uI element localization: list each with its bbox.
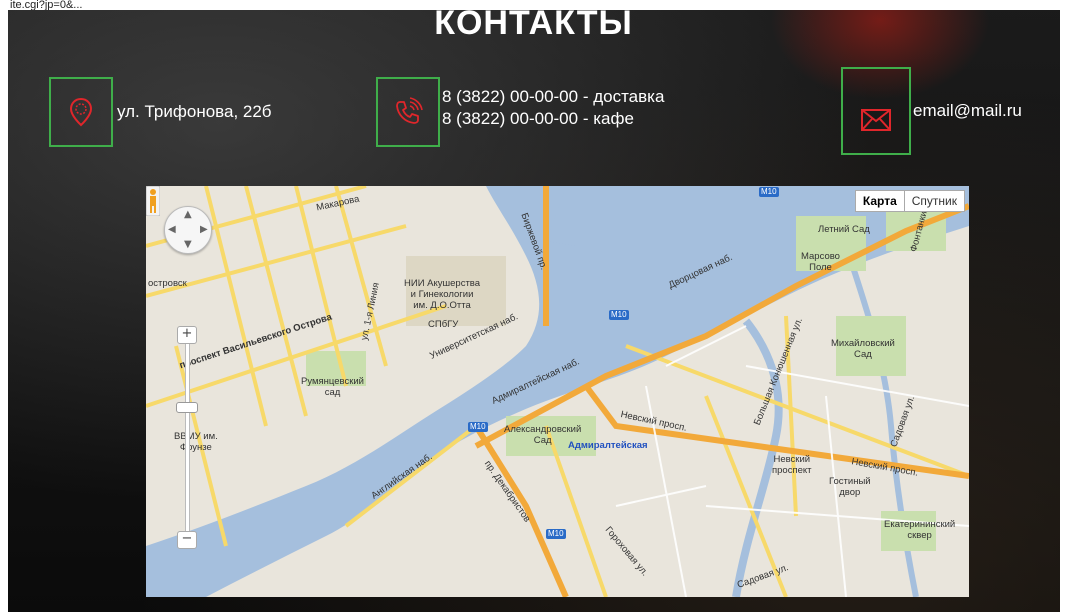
pan-up-icon[interactable]: ▲ bbox=[184, 209, 192, 220]
road-tag-m10: M10 bbox=[546, 529, 566, 539]
phone-icon bbox=[396, 97, 423, 124]
park-label: Михайловский Сад bbox=[831, 338, 895, 360]
address-contact: ул. Трифонова, 22б bbox=[49, 77, 272, 147]
zoom-in-button[interactable]: + bbox=[177, 326, 197, 344]
park-label: Румянцевский сад bbox=[301, 376, 364, 398]
map-widget[interactable]: M10 M10 M10 M10 Макарова НИИ Акушерства … bbox=[146, 186, 969, 597]
phone-contact: 8 (3822) 00-00-00 - доставка 8 (3822) 00… bbox=[376, 77, 664, 147]
metro-label: Невский проспект bbox=[772, 454, 812, 476]
pan-control[interactable]: ▲ ▼ ◀ ▶ bbox=[164, 206, 212, 254]
map-type-toggle: Карта Спутник bbox=[854, 190, 965, 212]
poi-label: НИИ Акушерства и Гинекологии им. Д.О.Отт… bbox=[404, 278, 481, 311]
pan-down-icon[interactable]: ▼ bbox=[184, 239, 192, 250]
map-type-map-button[interactable]: Карта bbox=[856, 191, 905, 211]
phone-numbers: 8 (3822) 00-00-00 - доставка 8 (3822) 00… bbox=[442, 86, 664, 130]
address-icon-box bbox=[49, 77, 113, 147]
envelope-icon bbox=[861, 109, 891, 131]
park-label: Екатерининский сквер bbox=[884, 519, 956, 541]
pan-left-icon[interactable]: ◀ bbox=[168, 224, 176, 235]
phone-delivery[interactable]: 8 (3822) 00-00-00 - доставка bbox=[442, 86, 664, 108]
email-text[interactable]: email@mail.ru bbox=[913, 100, 1022, 122]
zoom-slider-handle[interactable] bbox=[176, 402, 198, 413]
metro-label: островск bbox=[148, 278, 187, 289]
zoom-track[interactable] bbox=[185, 338, 190, 540]
metro-label: Гостиный двор bbox=[829, 476, 871, 498]
address-text: ул. Трифонова, 22б bbox=[117, 102, 272, 121]
email-icon-box bbox=[841, 67, 911, 155]
map-type-satellite-button[interactable]: Спутник bbox=[905, 191, 964, 211]
zoom-control: + − bbox=[176, 326, 198, 551]
metro-label: Адмиралтейская bbox=[568, 440, 648, 451]
road-tag-m10: M10 bbox=[759, 187, 779, 197]
phone-icon-box bbox=[376, 77, 440, 147]
road-tag-m10: M10 bbox=[609, 310, 629, 320]
email-contact: email@mail.ru bbox=[841, 67, 1022, 155]
road-tag-m10: M10 bbox=[468, 422, 488, 432]
zoom-out-button[interactable]: − bbox=[177, 531, 197, 549]
pan-right-icon[interactable]: ▶ bbox=[200, 224, 208, 235]
phone-cafe[interactable]: 8 (3822) 00-00-00 - кафе bbox=[442, 108, 664, 130]
location-pin-icon bbox=[69, 97, 93, 127]
page-title: КОНТАКТЫ bbox=[434, 4, 633, 42]
park-label: Марсово Поле bbox=[801, 251, 840, 273]
poi-label: СПбГУ bbox=[428, 319, 459, 330]
street-view-pegman-icon[interactable] bbox=[146, 186, 160, 216]
park-label: Летний Сад bbox=[818, 224, 870, 235]
